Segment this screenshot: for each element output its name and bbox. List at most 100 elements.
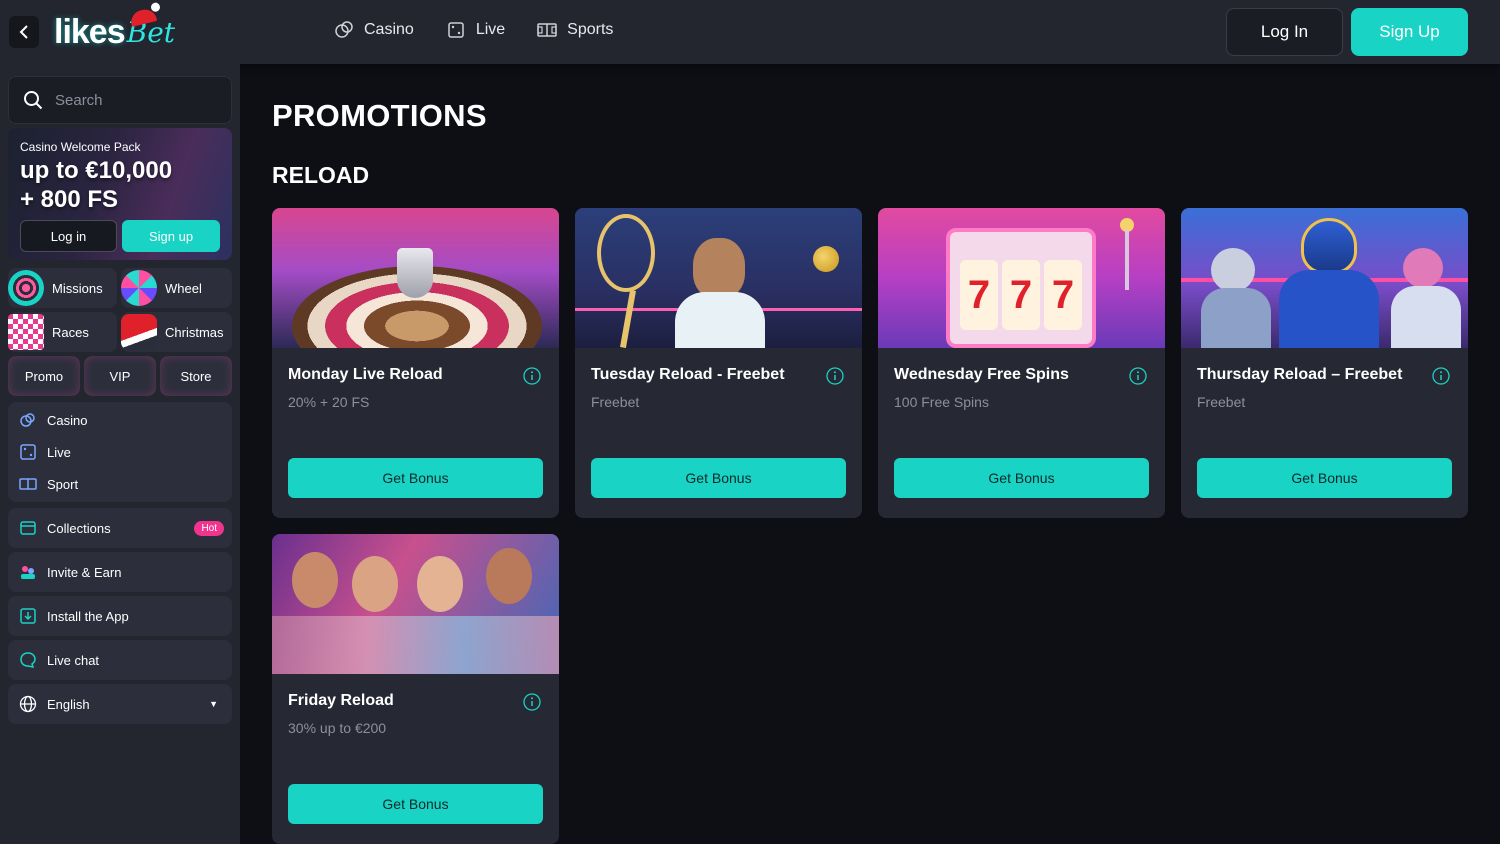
american-football-image — [1181, 208, 1468, 348]
tile-wheel[interactable]: Wheel — [121, 268, 232, 308]
logo[interactable]: likes Bet — [54, 7, 175, 56]
search-box[interactable]: Search — [8, 76, 232, 124]
top-nav: Casino Live Sports — [334, 20, 613, 40]
casino-chips-icon — [335, 21, 353, 38]
menu-live[interactable]: Live — [8, 436, 232, 468]
menu-sport-label: Sport — [47, 476, 79, 492]
nav-sports[interactable]: Sports — [537, 20, 613, 40]
nav-sports-label: Sports — [567, 21, 614, 38]
casino-icon — [20, 413, 35, 427]
collections-label: Collections — [47, 520, 111, 536]
live-icon — [20, 444, 36, 460]
info-icon[interactable] — [1432, 367, 1450, 385]
welcome-banner[interactable]: Casino Welcome Pack up to €10,000 + 800 … — [8, 128, 232, 260]
card-title: Thursday Reload – Freebet — [1197, 366, 1403, 383]
tile-wheel-label: Wheel — [165, 280, 202, 296]
collections-row: Collections Hot — [8, 512, 232, 544]
invite-label: Invite & Earn — [47, 564, 122, 580]
caret-down-icon: ▼ — [209, 699, 218, 709]
card-subtitle: Freebet — [591, 394, 640, 410]
card-subtitle: Freebet — [1197, 394, 1246, 410]
back-button[interactable] — [9, 16, 39, 48]
welcome-signup-button[interactable]: Sign up — [122, 220, 220, 252]
section-title: RELOAD — [272, 162, 370, 188]
get-bonus-button[interactable]: Get Bonus — [591, 458, 846, 498]
language-row: English ▼ — [8, 688, 232, 720]
invite-icon — [21, 566, 35, 579]
tile-christmas-label: Christmas — [165, 324, 224, 340]
live-dice-icon — [448, 22, 464, 38]
menu-sport[interactable]: Sport — [8, 468, 232, 500]
sports-field-icon — [537, 23, 557, 37]
games-menu: Casino Live Sport — [8, 402, 232, 502]
language-select[interactable]: English ▼ — [8, 684, 232, 724]
chat-bubble-icon — [20, 652, 36, 668]
menu-casino-label: Casino — [47, 412, 88, 428]
install-label: Install the App — [47, 608, 129, 624]
tennis-player-image — [575, 208, 862, 348]
install-row: Install the App — [8, 600, 129, 632]
card-title: Wednesday Free Spins — [894, 366, 1069, 383]
mini-vip[interactable]: VIP — [84, 356, 156, 396]
promo-card-wednesday[interactable]: 7 7 7 Wednesday Free Spins 100 Free Spin… — [878, 208, 1165, 518]
menu-casino[interactable]: Casino — [8, 404, 232, 436]
welcome-amount-line2: + 800 FS — [20, 186, 119, 213]
chevron-left-icon — [19, 25, 28, 39]
promo-card-thursday[interactable]: Thursday Reload – Freebet Freebet Get Bo… — [1181, 208, 1468, 518]
promo-card-tuesday[interactable]: Tuesday Reload - Freebet Freebet Get Bon… — [575, 208, 862, 518]
nav-live[interactable]: Live — [446, 20, 505, 40]
login-button[interactable]: Log In — [1226, 8, 1343, 56]
search-placeholder: Search — [55, 91, 103, 109]
promo-card-monday[interactable]: Monday Live Reload 20% + 20 FS Get Bonus — [272, 208, 559, 518]
install-app-item[interactable]: Install the App — [8, 596, 232, 636]
card-subtitle: 20% + 20 FS — [288, 394, 370, 410]
nav-casino[interactable]: Casino — [334, 20, 414, 40]
info-icon[interactable] — [826, 367, 844, 385]
get-bonus-button[interactable]: Get Bonus — [288, 458, 543, 498]
signup-button[interactable]: Sign Up — [1351, 8, 1468, 56]
info-icon[interactable] — [523, 367, 541, 385]
main-content: PROMOTIONS RELOAD Monday Live Reload 20%… — [240, 64, 1500, 844]
menu-live-label: Live — [47, 444, 71, 460]
tile-races-label: Races — [52, 324, 89, 340]
live-chat-item[interactable]: Live chat — [8, 640, 232, 680]
card-title: Friday Reload — [288, 692, 394, 709]
sport-icon — [19, 478, 37, 490]
sidebar: Search Casino Welcome Pack up to €10,000… — [0, 64, 240, 844]
mini-promo[interactable]: Promo — [8, 356, 80, 396]
invite-earn-item[interactable]: Invite & Earn — [8, 552, 232, 592]
logo-main: likes — [54, 12, 126, 51]
invite-row: Invite & Earn — [8, 556, 121, 588]
slot-machine-image: 7 7 7 — [878, 208, 1165, 348]
info-icon[interactable] — [1129, 367, 1147, 385]
globe-icon — [19, 695, 37, 713]
card-title: Tuesday Reload - Freebet — [591, 366, 785, 383]
get-bonus-button[interactable]: Get Bonus — [288, 784, 543, 824]
get-bonus-button[interactable]: Get Bonus — [1197, 458, 1452, 498]
tile-races[interactable]: Races — [8, 312, 117, 352]
top-bar: likes Bet Casino Live Sports Log In Sign… — [0, 0, 1500, 64]
language-label: English — [47, 696, 90, 712]
info-icon[interactable] — [523, 693, 541, 711]
tile-missions[interactable]: Missions — [8, 268, 117, 308]
collections-item[interactable]: Collections Hot — [8, 508, 232, 548]
mini-store[interactable]: Store — [160, 356, 232, 396]
get-bonus-button[interactable]: Get Bonus — [894, 458, 1149, 498]
search-icon — [24, 91, 43, 110]
welcome-subtitle: Casino Welcome Pack — [20, 140, 141, 154]
races-flag-icon — [8, 314, 44, 350]
tile-missions-label: Missions — [52, 280, 103, 296]
card-subtitle: 100 Free Spins — [894, 394, 989, 410]
livechat-row: Live chat — [8, 644, 99, 676]
card-title: Monday Live Reload — [288, 366, 443, 383]
nav-casino-label: Casino — [364, 21, 414, 38]
party-women-image — [272, 534, 559, 674]
roulette-wheel-image — [272, 208, 559, 348]
welcome-amount-line1: up to €10,000 — [20, 157, 173, 184]
tile-christmas[interactable]: Christmas — [121, 312, 232, 352]
nav-live-label: Live — [475, 21, 506, 38]
welcome-login-button[interactable]: Log in — [20, 220, 117, 252]
promo-card-friday[interactable]: Friday Reload 30% up to €200 Get Bonus — [272, 534, 559, 844]
welcome-amount: up to €10,000 + 800 FS — [20, 156, 172, 214]
page-title: PROMOTIONS — [272, 98, 487, 133]
